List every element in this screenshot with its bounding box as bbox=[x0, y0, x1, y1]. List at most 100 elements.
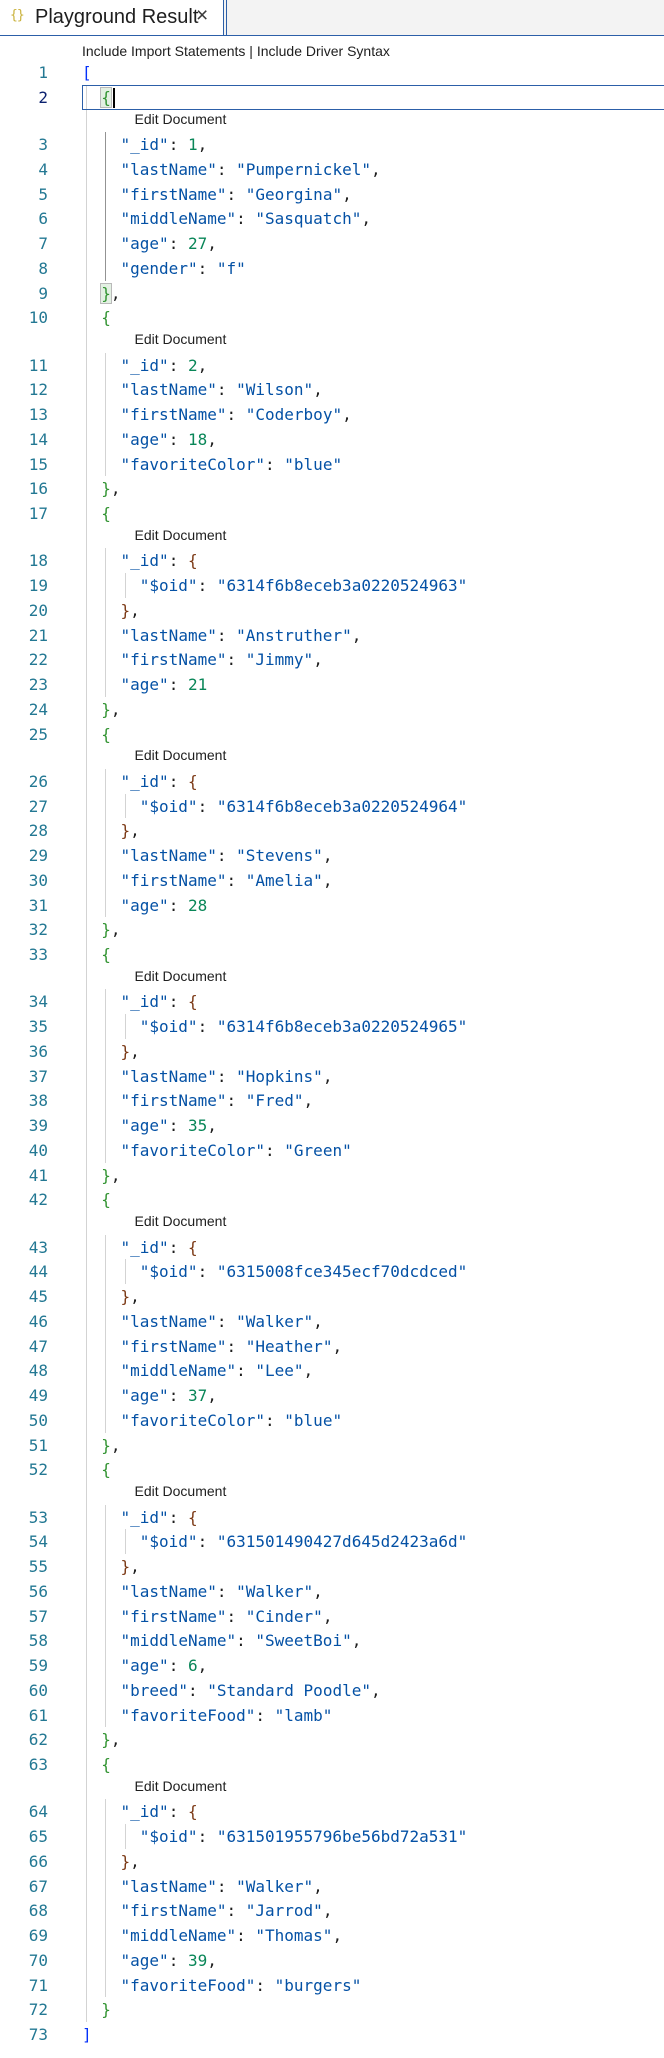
code-text[interactable]: "$oid": "6314f6b8eceb3a0220524964" bbox=[140, 794, 468, 819]
code-line[interactable]: 51}, bbox=[0, 1433, 664, 1458]
code-line[interactable]: 15 "favoriteColor": "blue" bbox=[0, 452, 664, 477]
code-text[interactable]: "_id": { bbox=[121, 1235, 198, 1260]
code-text[interactable]: "favoriteColor": "Green" bbox=[121, 1138, 352, 1163]
code-text[interactable]: "$oid": "631501955796be56bd72a531" bbox=[140, 1824, 468, 1849]
code-text[interactable]: "middleName": "Thomas", bbox=[121, 1923, 343, 1948]
code-line[interactable]: 65 "$oid": "631501955796be56bd72a531" bbox=[0, 1824, 664, 1849]
code-line[interactable]: 39 "age": 35, bbox=[0, 1113, 664, 1138]
code-line[interactable]: 16}, bbox=[0, 476, 664, 501]
code-text[interactable]: "_id": 1, bbox=[121, 132, 208, 157]
code-line[interactable]: 29 "lastName": "Stevens", bbox=[0, 843, 664, 868]
code-text[interactable]: "age": 21 bbox=[121, 672, 208, 697]
code-text[interactable]: "_id": { bbox=[121, 548, 198, 573]
code-line[interactable]: 13 "firstName": "Coderboy", bbox=[0, 402, 664, 427]
code-text[interactable]: "$oid": "6314f6b8eceb3a0220524965" bbox=[140, 1014, 468, 1039]
code-text[interactable]: } bbox=[101, 1997, 111, 2022]
code-line[interactable]: 1[ bbox=[0, 60, 664, 85]
edit-document-link[interactable]: Edit Document bbox=[135, 329, 227, 349]
code-line[interactable]: 36}, bbox=[0, 1039, 664, 1064]
code-text[interactable]: { bbox=[101, 305, 111, 330]
code-line[interactable]: 7 "age": 27, bbox=[0, 231, 664, 256]
code-text[interactable]: "middleName": "SweetBoi", bbox=[121, 1628, 362, 1653]
code-text[interactable]: "$oid": "6314f6b8eceb3a0220524963" bbox=[140, 573, 468, 598]
code-text[interactable]: ] bbox=[82, 2022, 92, 2047]
code-text[interactable]: "gender": "f" bbox=[121, 256, 246, 281]
code-line[interactable]: 63 { bbox=[0, 1752, 664, 1777]
close-icon[interactable]: × bbox=[196, 5, 208, 26]
code-text[interactable]: }, bbox=[101, 476, 120, 501]
tab-playground-result[interactable]: {} Playground Result × bbox=[0, 0, 224, 35]
code-line[interactable]: 64 "_id": { bbox=[0, 1799, 664, 1824]
code-text[interactable]: { bbox=[101, 942, 111, 967]
code-line[interactable]: 45}, bbox=[0, 1284, 664, 1309]
code-text[interactable]: "firstName": "Heather", bbox=[121, 1334, 343, 1359]
code-text[interactable]: "breed": "Standard Poodle", bbox=[121, 1678, 381, 1703]
code-text[interactable]: "lastName": "Walker", bbox=[121, 1309, 323, 1334]
edit-document-link[interactable]: Edit Document bbox=[135, 109, 227, 129]
code-line[interactable]: 19 "$oid": "6314f6b8eceb3a0220524963" bbox=[0, 573, 664, 598]
code-text[interactable]: "favoriteFood": "burgers" bbox=[121, 1973, 362, 1998]
code-line[interactable]: 71 "favoriteFood": "burgers" bbox=[0, 1973, 664, 1998]
code-text[interactable]: "lastName": "Walker", bbox=[121, 1874, 323, 1899]
code-line[interactable]: 52 { bbox=[0, 1457, 664, 1482]
code-line[interactable]: 48 "middleName": "Lee", bbox=[0, 1358, 664, 1383]
edit-document-link[interactable]: Edit Document bbox=[135, 1776, 227, 1796]
code-line[interactable]: 24}, bbox=[0, 697, 664, 722]
code-line[interactable]: 28}, bbox=[0, 818, 664, 843]
code-line[interactable]: 10 { bbox=[0, 305, 664, 330]
code-text[interactable]: }, bbox=[101, 1163, 120, 1188]
code-line[interactable]: 47 "firstName": "Heather", bbox=[0, 1334, 664, 1359]
code-line[interactable]: 21 "lastName": "Anstruther", bbox=[0, 623, 664, 648]
code-text[interactable]: "favoriteFood": "lamb" bbox=[121, 1703, 333, 1728]
code-line[interactable]: 34 "_id": { bbox=[0, 989, 664, 1014]
code-text[interactable]: "_id": { bbox=[121, 989, 198, 1014]
code-text[interactable]: { bbox=[101, 1457, 111, 1482]
code-text[interactable]: { bbox=[101, 722, 111, 747]
code-line[interactable]: 68 "firstName": "Jarrod", bbox=[0, 1898, 664, 1923]
code-line[interactable]: 42 { bbox=[0, 1187, 664, 1212]
code-line[interactable]: 70 "age": 39, bbox=[0, 1948, 664, 1973]
code-text[interactable]: "age": 18, bbox=[121, 427, 217, 452]
code-line[interactable]: 18 "_id": { bbox=[0, 548, 664, 573]
code-text[interactable]: }, bbox=[101, 917, 120, 942]
code-line[interactable]: 58 "middleName": "SweetBoi", bbox=[0, 1628, 664, 1653]
code-text[interactable]: }, bbox=[100, 281, 121, 306]
code-text[interactable]: [ bbox=[82, 60, 92, 85]
code-text[interactable]: "age": 35, bbox=[121, 1113, 217, 1138]
code-line[interactable]: 35 "$oid": "6314f6b8eceb3a0220524965" bbox=[0, 1014, 664, 1039]
code-line[interactable]: 49 "age": 37, bbox=[0, 1383, 664, 1408]
code-line[interactable]: 8 "gender": "f" bbox=[0, 256, 664, 281]
code-editor[interactable]: Include Import Statements | Include Driv… bbox=[0, 36, 664, 2058]
edit-document-link[interactable]: Edit Document bbox=[135, 745, 227, 765]
code-text[interactable]: }, bbox=[101, 1433, 120, 1458]
include-import-statements-link[interactable]: Include Import Statements bbox=[82, 43, 245, 59]
code-line[interactable]: 25 { bbox=[0, 722, 664, 747]
code-line[interactable]: 50 "favoriteColor": "blue" bbox=[0, 1408, 664, 1433]
code-text[interactable]: }, bbox=[121, 818, 140, 843]
code-text[interactable]: "lastName": "Anstruther", bbox=[121, 623, 362, 648]
code-text[interactable]: "_id": { bbox=[121, 1505, 198, 1530]
code-text[interactable]: "$oid": "6315008fce345ecf70dcdced" bbox=[140, 1259, 468, 1284]
code-text[interactable]: }, bbox=[121, 1039, 140, 1064]
code-line[interactable]: 55}, bbox=[0, 1554, 664, 1579]
code-line[interactable]: 37 "lastName": "Hopkins", bbox=[0, 1064, 664, 1089]
edit-document-link[interactable]: Edit Document bbox=[135, 966, 227, 986]
code-text[interactable]: "age": 28 bbox=[121, 893, 208, 918]
code-line[interactable]: 23 "age": 21 bbox=[0, 672, 664, 697]
code-text[interactable]: "_id": { bbox=[121, 1799, 198, 1824]
code-text[interactable]: "_id": { bbox=[121, 769, 198, 794]
code-text[interactable]: "age": 6, bbox=[121, 1653, 208, 1678]
code-text[interactable]: "age": 27, bbox=[121, 231, 217, 256]
code-text[interactable]: "middleName": "Lee", bbox=[121, 1358, 314, 1383]
code-line[interactable]: 33 { bbox=[0, 942, 664, 967]
code-text[interactable]: "lastName": "Stevens", bbox=[121, 843, 333, 868]
code-line[interactable]: 17 { bbox=[0, 501, 664, 526]
code-text[interactable]: "middleName": "Sasquatch", bbox=[121, 206, 371, 231]
code-text[interactable]: }, bbox=[121, 1554, 140, 1579]
code-text[interactable]: }, bbox=[121, 1849, 140, 1874]
code-line[interactable]: 5 "firstName": "Georgina", bbox=[0, 182, 664, 207]
code-text[interactable]: "age": 39, bbox=[121, 1948, 217, 1973]
code-line[interactable]: 14 "age": 18, bbox=[0, 427, 664, 452]
code-text[interactable]: { bbox=[101, 501, 111, 526]
code-text[interactable]: { bbox=[101, 1187, 111, 1212]
